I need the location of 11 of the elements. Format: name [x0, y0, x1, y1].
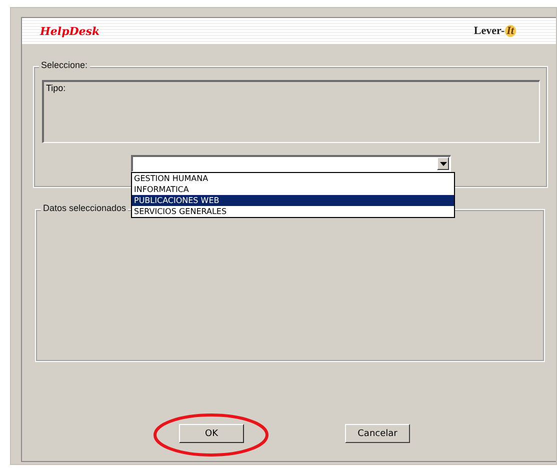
dialog-button[interactable]: OK	[179, 424, 244, 443]
group-legend: Datos seleccionados	[41, 203, 128, 213]
app-title: HelpDesk	[40, 24, 100, 38]
logo: Lever- It	[474, 25, 516, 37]
dialog-button[interactable]: Cancelar	[345, 424, 410, 443]
dropdown-option[interactable]: GESTION HUMANA	[132, 173, 454, 184]
group-legend: Seleccione:	[39, 60, 90, 70]
type-label: Tipo:	[46, 83, 66, 93]
dropdown-option[interactable]: INFORMATICA	[132, 184, 454, 195]
dropdown-option[interactable]: SERVICIOS GENERALES	[132, 206, 454, 217]
dropdown-option[interactable]: PUBLICACIONES WEB	[132, 195, 454, 206]
